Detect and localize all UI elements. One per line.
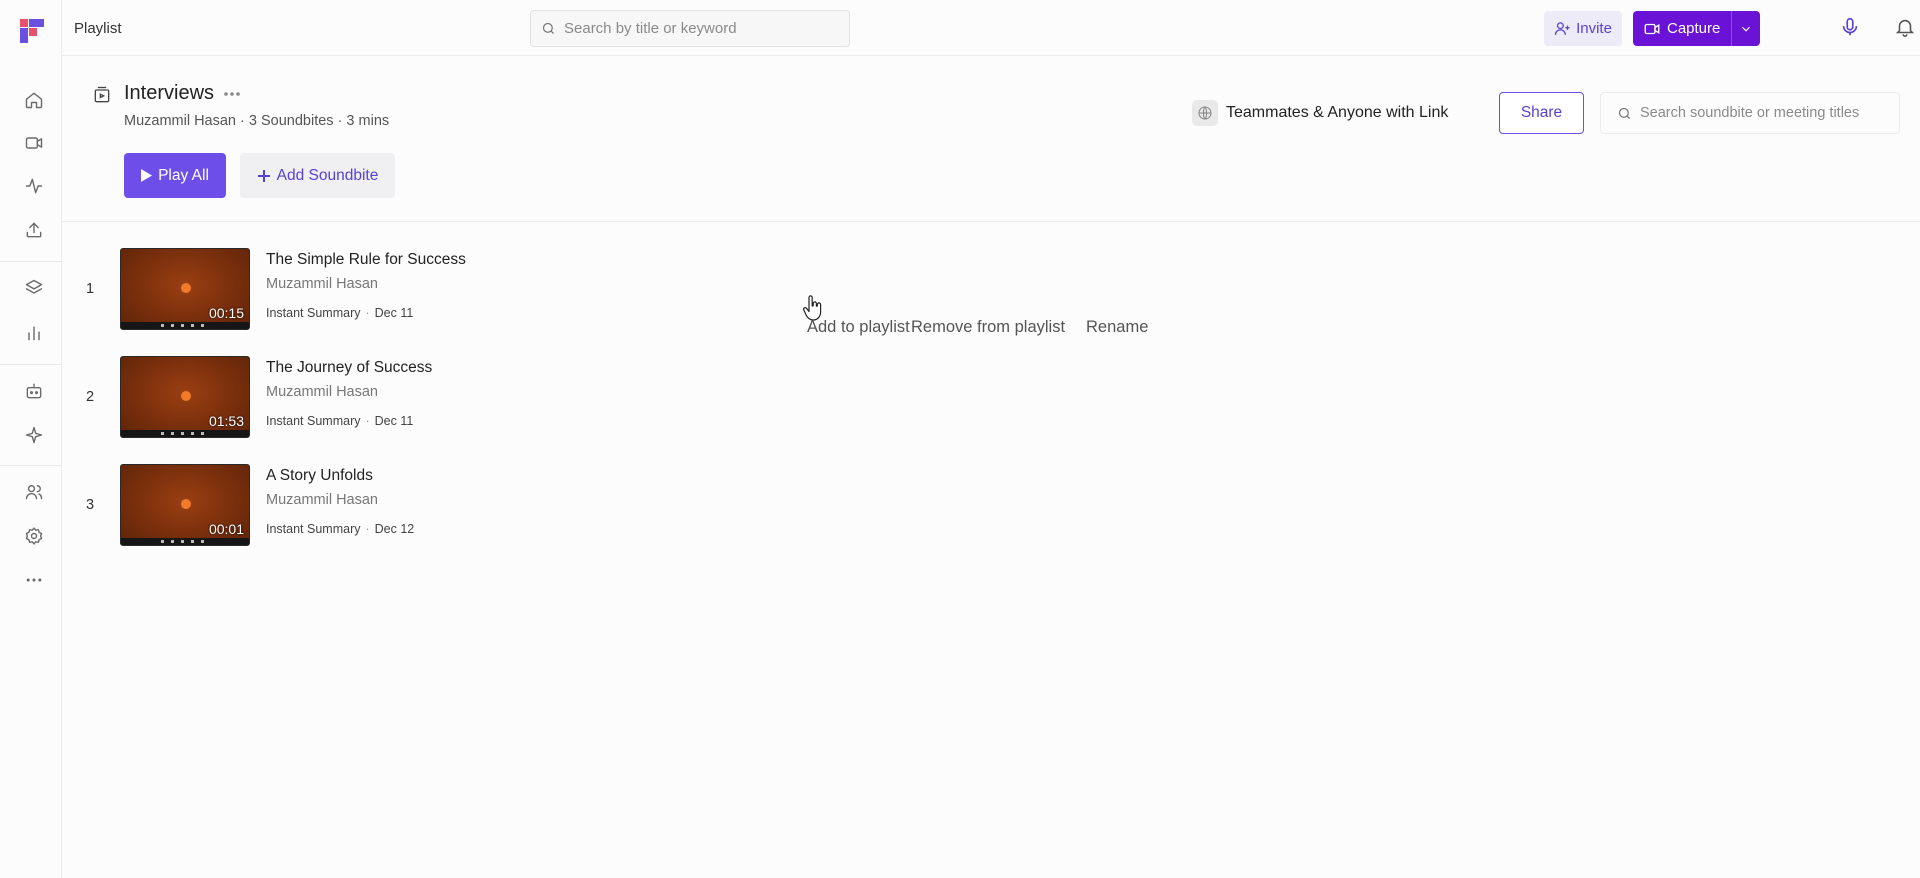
share-scope-selector[interactable]: Teammates & Anyone with Link bbox=[1192, 100, 1448, 126]
item-type: Instant Summary bbox=[266, 306, 361, 320]
users-icon[interactable] bbox=[20, 478, 48, 506]
playlist-icon bbox=[92, 85, 112, 105]
section-divider bbox=[62, 221, 1920, 222]
item-index: 1 bbox=[85, 281, 95, 297]
item-title[interactable]: The Simple Rule for Success bbox=[266, 251, 466, 269]
top-bar: Playlist Invite Capture M bbox=[62, 0, 1920, 56]
add-soundbite-label: Add Soundbite bbox=[276, 166, 379, 184]
play-all-button[interactable]: Play All bbox=[124, 153, 226, 198]
item-date: Dec 11 bbox=[374, 306, 414, 320]
search-icon bbox=[1618, 107, 1630, 119]
item-title[interactable]: The Journey of Success bbox=[266, 359, 432, 377]
capture-main-button[interactable]: Capture bbox=[1633, 11, 1731, 46]
thumbnail-logo bbox=[181, 499, 191, 509]
page-title: Interviews bbox=[124, 82, 215, 104]
bot-icon[interactable] bbox=[20, 377, 48, 405]
gear-icon[interactable] bbox=[20, 522, 48, 550]
breadcrumb: Playlist bbox=[74, 20, 122, 37]
plus-icon bbox=[257, 169, 270, 182]
list-item[interactable]: 2 01:53 The Journey of Success Muzammil … bbox=[62, 356, 762, 440]
layers-icon[interactable] bbox=[20, 274, 48, 302]
mic-icon[interactable] bbox=[1839, 16, 1863, 40]
bell-icon[interactable] bbox=[1894, 16, 1918, 40]
logo[interactable] bbox=[20, 19, 44, 43]
search-icon bbox=[542, 22, 554, 34]
item-type: Instant Summary bbox=[266, 414, 361, 428]
item-duration: 00:15 bbox=[208, 305, 244, 321]
meta-separator: · bbox=[365, 306, 370, 320]
item-duration: 00:01 bbox=[208, 521, 244, 537]
thumbnail-controls bbox=[121, 430, 249, 437]
item-author: Muzammil Hasan bbox=[266, 384, 378, 400]
item-meta: Instant Summary · Dec 12 bbox=[266, 522, 414, 536]
item-thumbnail[interactable]: 01:53 bbox=[120, 356, 250, 438]
item-type: Instant Summary bbox=[266, 522, 361, 536]
remove-from-playlist-button[interactable]: Remove from playlist bbox=[911, 318, 1065, 337]
global-search-input[interactable] bbox=[564, 20, 834, 37]
item-index: 2 bbox=[85, 389, 95, 405]
item-date: Dec 11 bbox=[374, 414, 414, 428]
bar-chart-icon[interactable] bbox=[20, 319, 48, 347]
sparkle-icon[interactable] bbox=[20, 421, 48, 449]
sidebar-divider bbox=[0, 261, 62, 262]
invite-label: Invite bbox=[1576, 20, 1612, 37]
invite-button[interactable]: Invite bbox=[1544, 11, 1622, 46]
item-date: Dec 12 bbox=[374, 522, 415, 536]
more-options-icon[interactable] bbox=[222, 86, 242, 102]
meta-separator: · bbox=[365, 522, 370, 536]
upload-icon[interactable] bbox=[20, 216, 48, 244]
global-search[interactable] bbox=[530, 10, 850, 47]
thumbnail-controls bbox=[121, 538, 249, 545]
capture-label: Capture bbox=[1667, 20, 1721, 37]
item-thumbnail[interactable]: 00:15 bbox=[120, 248, 250, 330]
sidebar-divider bbox=[0, 364, 62, 365]
item-index: 3 bbox=[85, 497, 95, 513]
sidebar-divider bbox=[0, 465, 62, 466]
home-icon[interactable] bbox=[20, 86, 48, 114]
playlist-meta: Muzammil Hasan · 3 Soundbites · 3 mins bbox=[124, 113, 390, 129]
add-soundbite-button[interactable]: Add Soundbite bbox=[240, 153, 395, 198]
item-author: Muzammil Hasan bbox=[266, 276, 378, 292]
thumbnail-logo bbox=[181, 283, 191, 293]
sidebar bbox=[0, 0, 62, 878]
item-meta: Instant Summary · Dec 11 bbox=[266, 306, 413, 320]
chevron-down-icon bbox=[1742, 26, 1750, 32]
list-item[interactable]: 3 00:01 A Story Unfolds Muzammil Hasan I… bbox=[62, 464, 762, 548]
item-title[interactable]: A Story Unfolds bbox=[266, 467, 373, 485]
share-scope-label: Teammates & Anyone with Link bbox=[1226, 104, 1449, 121]
share-button[interactable]: Share bbox=[1499, 92, 1584, 134]
more-icon[interactable] bbox=[20, 566, 48, 594]
thumbnail-controls bbox=[121, 322, 249, 329]
thumbnail-logo bbox=[181, 391, 191, 401]
item-author: Muzammil Hasan bbox=[266, 492, 378, 508]
capture-button[interactable]: Capture bbox=[1633, 11, 1760, 46]
user-plus-icon bbox=[1554, 22, 1570, 35]
activity-icon[interactable] bbox=[20, 172, 48, 200]
item-duration: 01:53 bbox=[208, 413, 244, 429]
globe-icon bbox=[1192, 100, 1218, 126]
play-all-label: Play All bbox=[158, 166, 209, 184]
soundbite-search[interactable] bbox=[1600, 92, 1900, 134]
play-icon bbox=[141, 169, 153, 182]
meta-separator: · bbox=[365, 414, 370, 428]
camera-icon bbox=[1644, 23, 1660, 34]
video-icon[interactable] bbox=[20, 129, 48, 157]
hand-cursor-icon bbox=[801, 294, 825, 322]
list-item[interactable]: 1 00:15 The Simple Rule for Success Muza… bbox=[62, 248, 762, 332]
rename-button[interactable]: Rename bbox=[1086, 318, 1148, 337]
item-meta: Instant Summary · Dec 11 bbox=[266, 414, 413, 428]
capture-dropdown[interactable] bbox=[1731, 11, 1760, 46]
soundbite-search-input[interactable] bbox=[1640, 105, 1895, 121]
item-thumbnail[interactable]: 00:01 bbox=[120, 464, 250, 546]
